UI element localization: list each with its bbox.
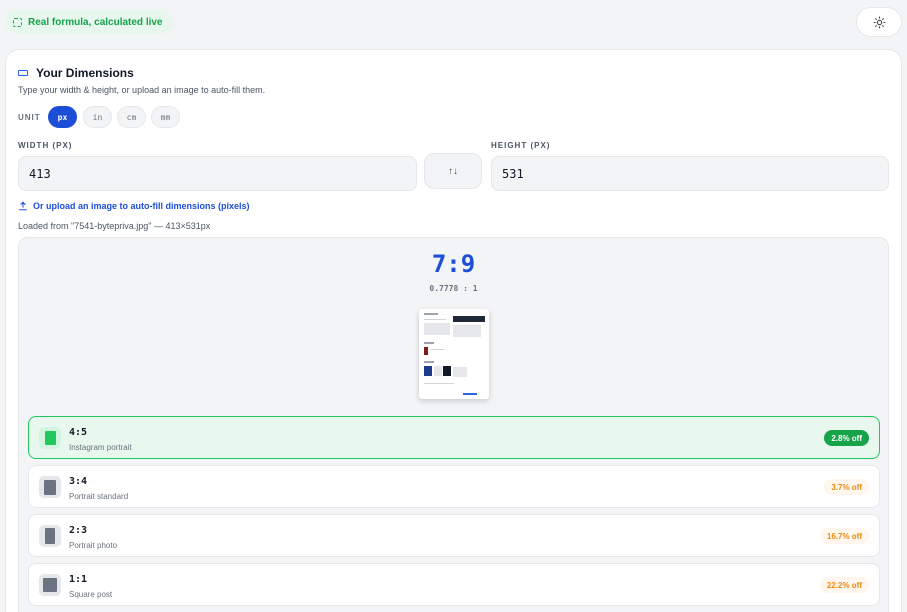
match-item-2-3[interactable]: 2:3 Portrait photo 16.7% off bbox=[28, 514, 880, 557]
panel-subtitle: Type your width & height, or upload an i… bbox=[18, 85, 266, 95]
unit-cm-button[interactable]: cm bbox=[117, 106, 146, 128]
decimal-ratio: 0.7778 : 1 bbox=[429, 284, 478, 293]
loaded-file-text: Loaded from "7541-bytepriva.jpg" — 413×5… bbox=[18, 221, 211, 231]
match-off-badge: 16.7% off bbox=[819, 528, 869, 544]
match-ratio: 3:4 bbox=[69, 476, 88, 487]
ratio-value: 7:9 bbox=[431, 250, 476, 278]
width-input[interactable]: 413 bbox=[18, 156, 417, 191]
square-shape-icon bbox=[39, 574, 61, 596]
swap-arrows-icon: ↑↓ bbox=[448, 165, 458, 177]
result-panel: 7:9 0.7778 : 1 4:5 Instagram portrait 2.… bbox=[18, 237, 889, 612]
width-label: WIDTH (PX) bbox=[18, 141, 73, 150]
match-off-badge: 22.2% off bbox=[819, 577, 869, 593]
unit-in-button[interactable]: in bbox=[83, 106, 112, 128]
unit-mm-button[interactable]: mm bbox=[151, 106, 180, 128]
match-off-badge: 3.7% off bbox=[824, 479, 869, 495]
match-ratio: 1:1 bbox=[69, 574, 88, 585]
upload-image-link[interactable]: Or upload an image to auto-fill dimensio… bbox=[18, 201, 250, 211]
match-description: Portrait standard bbox=[69, 492, 129, 501]
portrait-shape-icon bbox=[39, 525, 61, 547]
height-label: HEIGHT (PX) bbox=[491, 141, 551, 150]
dimensions-card: Your Dimensions Type your width & height… bbox=[5, 49, 902, 612]
unit-label: UNIT bbox=[18, 113, 41, 122]
upload-link-text: Or upload an image to auto-fill dimensio… bbox=[33, 201, 250, 211]
upload-icon bbox=[19, 201, 27, 211]
ruler-icon bbox=[18, 70, 28, 76]
match-ratio: 2:3 bbox=[69, 525, 88, 536]
panel-title: Your Dimensions bbox=[18, 66, 134, 80]
match-description: Square post bbox=[69, 590, 113, 599]
dashed-square-icon bbox=[13, 17, 22, 27]
live-formula-badge: Real formula, calculated live bbox=[5, 10, 173, 34]
uploaded-image-preview bbox=[419, 309, 489, 399]
sun-icon bbox=[873, 16, 885, 28]
panel-title-text: Your Dimensions bbox=[36, 66, 134, 80]
height-input[interactable]: 531 bbox=[491, 156, 889, 191]
match-item-3-4[interactable]: 3:4 Portrait standard 3.7% off bbox=[28, 465, 880, 508]
unit-px-button[interactable]: px bbox=[48, 106, 77, 128]
badge-label: Real formula, calculated live bbox=[28, 16, 163, 28]
match-ratio: 4:5 bbox=[69, 427, 88, 438]
match-description: Instagram portrait bbox=[69, 443, 132, 452]
portrait-shape-icon bbox=[39, 476, 61, 498]
swap-dimensions-button[interactable]: ↑↓ bbox=[424, 153, 482, 189]
theme-toggle-button[interactable] bbox=[856, 7, 902, 37]
match-item-1-1[interactable]: 1:1 Square post 22.2% off bbox=[28, 563, 880, 606]
match-item-4-5[interactable]: 4:5 Instagram portrait 2.8% off bbox=[28, 416, 880, 459]
match-description: Portrait photo bbox=[69, 541, 118, 550]
portrait-shape-icon bbox=[39, 427, 61, 449]
match-off-badge: 2.8% off bbox=[824, 430, 869, 446]
